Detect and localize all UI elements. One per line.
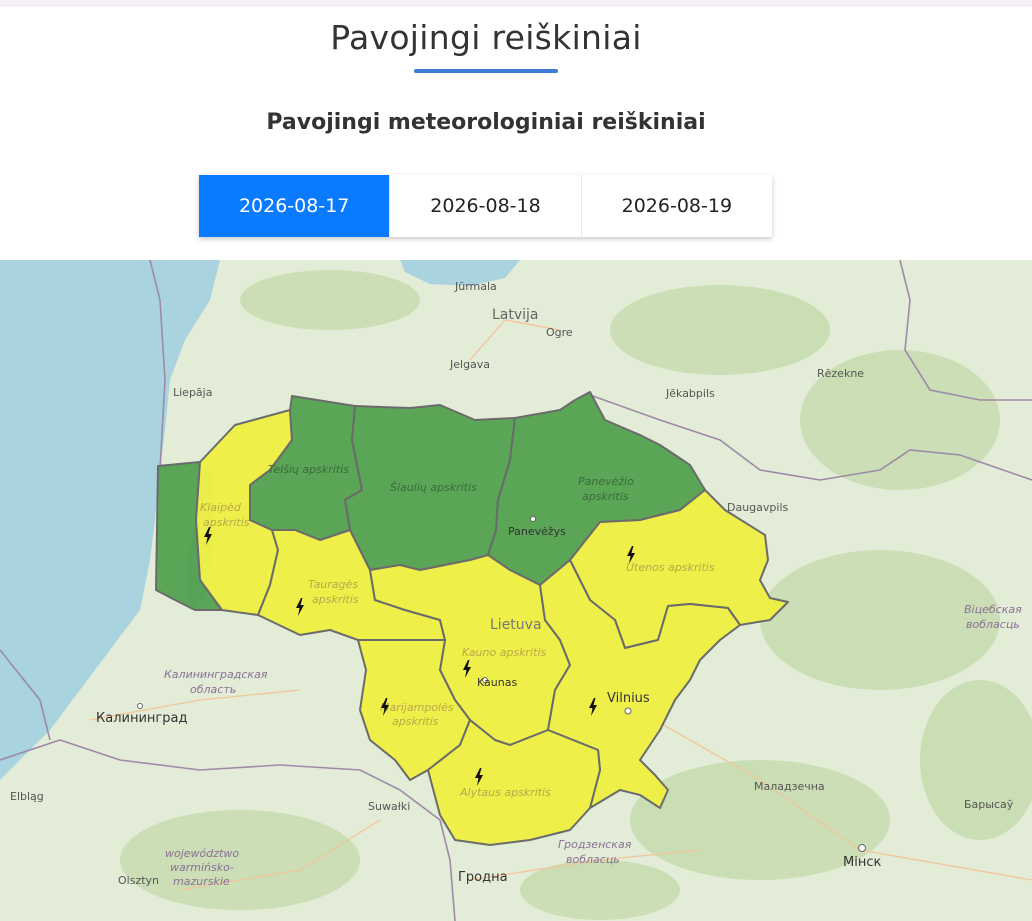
tab-date-1[interactable]: 2026-08-17	[199, 175, 391, 237]
place-kaunas: Kaunas	[477, 676, 517, 689]
place-grodno-obl-2: вобласць	[566, 853, 620, 866]
tab-date-2[interactable]: 2026-08-18	[390, 175, 582, 237]
label-kauno: Kauno apskritis	[462, 646, 547, 659]
label-panevezio-2: apskritis	[582, 490, 629, 503]
warning-map[interactable]: Telšių apskritis Šiaulių apskritis Panev…	[0, 260, 1032, 921]
place-vilnius: Vilnius	[607, 691, 650, 706]
tab-date-3[interactable]: 2026-08-19	[582, 175, 772, 237]
label-utenos: Utenos apskritis	[626, 561, 715, 574]
place-maladzechna: Маладзечна	[754, 780, 825, 793]
place-liepaja: Liepāja	[173, 386, 212, 399]
label-panevezio-1: Panevėžio	[578, 475, 634, 488]
place-rezekne: Rēzekne	[817, 367, 864, 380]
place-jelgava: Jelgava	[449, 358, 490, 371]
label-alytaus: Alytaus apskritis	[459, 786, 551, 799]
place-warm-1: województwo	[165, 847, 239, 860]
label-siauliu: Šiaulių apskritis	[390, 481, 477, 494]
place-panevezys: Panevėžys	[508, 525, 566, 538]
place-grodno-obl-1: Гродзенская	[558, 838, 632, 851]
place-olsztyn: Olsztyn	[118, 874, 159, 887]
place-kalin-obl-2: область	[190, 683, 236, 696]
top-bar	[0, 0, 1032, 6]
place-warm-3: mazurskie	[173, 875, 230, 888]
label-telsiu: Telšių apskritis	[268, 463, 349, 476]
place-ogre: Ogre	[546, 326, 573, 339]
title-underline	[414, 69, 558, 73]
place-jurmala: Jūrmala	[454, 280, 497, 293]
place-daugavpils: Daugavpils	[727, 501, 789, 514]
place-kalin-obl-1: Калининградская	[164, 668, 268, 681]
place-latvija: Latvija	[492, 307, 539, 323]
label-taurages-2: apskritis	[312, 593, 359, 606]
place-lietuva: Lietuva	[490, 617, 542, 633]
place-suwalki: Suwałki	[368, 800, 410, 813]
place-minsk: Мінск	[843, 855, 881, 870]
place-jekabpils: Jēkabpils	[665, 387, 715, 400]
place-vitebsk-1: Віцебская	[964, 603, 1022, 616]
page-title: Pavojingi reiškiniai	[330, 18, 642, 57]
label-marijampoles-1: Marijampolės	[380, 701, 454, 714]
date-tabs: 2026-08-17 2026-08-18 2026-08-19	[199, 175, 772, 237]
place-grodna: Гродна	[458, 870, 508, 885]
place-kaliningrad: Калининград	[96, 711, 187, 726]
label-klaipedos-1: Klaipėd	[200, 501, 242, 514]
place-warm-2: warmińsko-	[170, 861, 234, 874]
label-taurages-1: Tauragės	[308, 578, 358, 591]
place-barysau: Барысаў	[964, 798, 1014, 811]
label-marijampoles-2: apskritis	[392, 715, 439, 728]
page-subtitle: Pavojingi meteorologiniai reiškiniai	[266, 110, 706, 135]
place-elblag: Elbląg	[10, 790, 44, 803]
place-vitebsk-2: вобласць	[966, 618, 1020, 631]
